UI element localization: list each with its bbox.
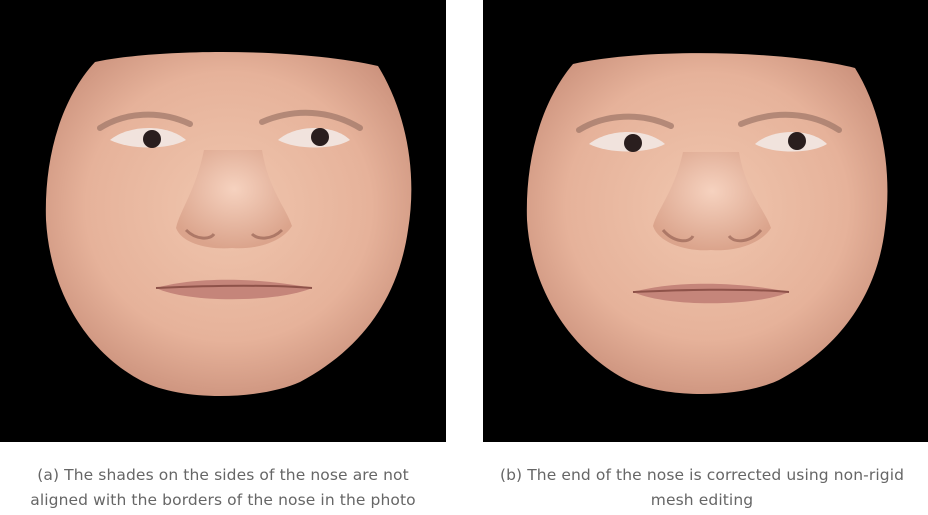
face-render-image-a xyxy=(45,51,412,396)
caption-b-line-2: mesh editing xyxy=(650,491,754,509)
caption-b-line-1: (b) The end of the nose is corrected usi… xyxy=(499,466,905,484)
caption-a-line-2: aligned with the borders of the nose in … xyxy=(30,491,416,509)
face-render-panel-b xyxy=(483,0,928,442)
caption-a: (a) The shades on the sides of the nose … xyxy=(0,463,446,513)
caption-a-line-1: (a) The shades on the sides of the nose … xyxy=(37,466,409,484)
caption-b: (b) The end of the nose is corrected usi… xyxy=(476,463,928,513)
face-render-image-b xyxy=(526,53,888,394)
face-render-panel-a xyxy=(0,0,446,442)
